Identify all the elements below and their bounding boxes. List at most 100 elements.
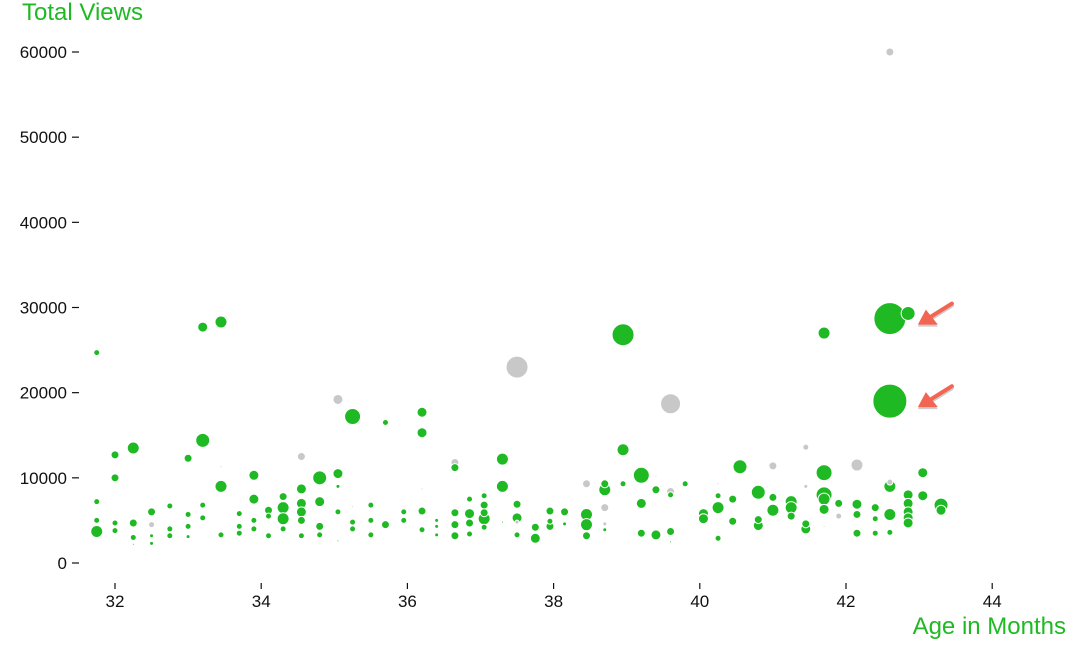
data-point-highlighted[interactable] xyxy=(93,516,101,524)
data-point-other[interactable] xyxy=(850,458,864,472)
data-point-highlighted[interactable] xyxy=(349,525,357,533)
data-point-highlighted[interactable] xyxy=(183,453,193,463)
data-point-highlighted[interactable] xyxy=(111,519,119,527)
data-point-highlighted[interactable] xyxy=(801,519,811,529)
data-point-highlighted[interactable] xyxy=(235,510,243,518)
data-point-highlighted[interactable] xyxy=(935,504,947,516)
data-point-highlighted[interactable] xyxy=(248,493,260,505)
data-point-highlighted[interactable] xyxy=(450,520,460,530)
data-point-highlighted[interactable] xyxy=(93,498,101,506)
data-point-other[interactable] xyxy=(351,505,355,509)
data-point-highlighted[interactable] xyxy=(479,508,489,518)
data-point-highlighted[interactable] xyxy=(602,527,608,533)
data-point-highlighted[interactable] xyxy=(250,516,258,524)
data-point-highlighted[interactable] xyxy=(349,518,357,526)
data-point-highlighted[interactable] xyxy=(651,485,661,495)
data-point-highlighted[interactable] xyxy=(381,418,389,426)
data-point-highlighted[interactable] xyxy=(464,508,476,520)
data-point-highlighted[interactable] xyxy=(418,526,426,534)
data-point-highlighted[interactable] xyxy=(619,480,627,488)
data-point-other[interactable] xyxy=(768,461,778,471)
data-point-highlighted[interactable] xyxy=(367,516,375,524)
data-point-highlighted[interactable] xyxy=(296,515,306,525)
data-point-other[interactable] xyxy=(219,465,223,469)
data-point-highlighted[interactable] xyxy=(873,302,907,336)
data-point-highlighted[interactable] xyxy=(279,525,287,533)
data-point-highlighted[interactable] xyxy=(495,479,509,493)
data-point-highlighted[interactable] xyxy=(666,526,676,536)
data-point-highlighted[interactable] xyxy=(669,540,673,544)
data-point-highlighted[interactable] xyxy=(316,531,324,539)
data-point-highlighted[interactable] xyxy=(545,506,555,516)
data-point-highlighted[interactable] xyxy=(750,484,766,500)
data-point-highlighted[interactable] xyxy=(166,525,174,533)
data-point-highlighted[interactable] xyxy=(400,508,408,516)
data-point-highlighted[interactable] xyxy=(818,503,830,515)
data-point-highlighted[interactable] xyxy=(295,483,307,495)
data-point-highlighted[interactable] xyxy=(335,483,341,489)
data-point-highlighted[interactable] xyxy=(128,518,138,528)
data-point-other[interactable] xyxy=(600,503,610,513)
data-point-highlighted[interactable] xyxy=(766,503,780,517)
data-point-other[interactable] xyxy=(886,478,894,486)
data-point-highlighted[interactable] xyxy=(902,517,914,529)
data-point-highlighted[interactable] xyxy=(495,452,509,466)
data-point-highlighted[interactable] xyxy=(870,503,880,513)
data-point-highlighted[interactable] xyxy=(616,443,630,457)
data-point-highlighted[interactable] xyxy=(560,507,570,517)
data-point-other[interactable] xyxy=(660,393,682,415)
data-point-highlighted[interactable] xyxy=(581,531,591,541)
data-point-highlighted[interactable] xyxy=(276,512,290,526)
data-point-highlighted[interactable] xyxy=(872,383,908,419)
data-point-highlighted[interactable] xyxy=(184,522,192,530)
data-point-highlighted[interactable] xyxy=(126,441,140,455)
data-point-highlighted[interactable] xyxy=(530,522,540,532)
data-point-highlighted[interactable] xyxy=(195,432,211,448)
data-point-highlighted[interactable] xyxy=(278,492,288,502)
data-point-highlighted[interactable] xyxy=(728,494,738,504)
data-point-highlighted[interactable] xyxy=(214,315,228,329)
data-point-other[interactable] xyxy=(602,521,608,527)
data-point-highlighted[interactable] xyxy=(250,525,258,533)
data-point-highlighted[interactable] xyxy=(650,529,662,541)
data-point-highlighted[interactable] xyxy=(314,496,326,508)
data-point-highlighted[interactable] xyxy=(871,515,879,523)
data-point-other[interactable] xyxy=(581,479,591,489)
data-point-highlighted[interactable] xyxy=(512,499,522,509)
data-point-highlighted[interactable] xyxy=(450,463,460,473)
data-point-highlighted[interactable] xyxy=(817,326,831,340)
data-point-highlighted[interactable] xyxy=(632,466,650,484)
data-point-highlighted[interactable] xyxy=(312,470,328,486)
data-point-highlighted[interactable] xyxy=(434,532,440,538)
data-point-highlighted[interactable] xyxy=(344,408,362,426)
data-point-highlighted[interactable] xyxy=(400,516,408,524)
data-point-highlighted[interactable] xyxy=(500,520,504,524)
data-point-other[interactable] xyxy=(885,47,895,57)
data-point-highlighted[interactable] xyxy=(450,508,460,518)
data-point-other[interactable] xyxy=(514,519,520,525)
data-point-other[interactable] xyxy=(148,521,156,529)
data-point-highlighted[interactable] xyxy=(917,467,929,479)
data-point-highlighted[interactable] xyxy=(917,490,929,502)
data-point-highlighted[interactable] xyxy=(900,305,916,321)
data-point-highlighted[interactable] xyxy=(732,459,748,475)
data-point-highlighted[interactable] xyxy=(714,534,722,542)
data-point-highlighted[interactable] xyxy=(110,473,120,483)
data-point-highlighted[interactable] xyxy=(235,529,243,537)
data-point-other[interactable] xyxy=(654,474,658,478)
data-point-highlighted[interactable] xyxy=(131,542,135,546)
data-point-highlighted[interactable] xyxy=(295,506,307,518)
data-point-highlighted[interactable] xyxy=(714,492,722,500)
data-point-highlighted[interactable] xyxy=(265,512,273,520)
data-point-highlighted[interactable] xyxy=(111,527,119,535)
data-point-other[interactable] xyxy=(296,452,306,462)
data-point-highlighted[interactable] xyxy=(90,524,104,538)
data-point-highlighted[interactable] xyxy=(265,532,273,540)
data-point-other[interactable] xyxy=(803,483,809,489)
data-point-highlighted[interactable] xyxy=(466,495,474,503)
data-point-other[interactable] xyxy=(716,482,720,486)
data-point-highlighted[interactable] xyxy=(199,501,207,509)
data-point-highlighted[interactable] xyxy=(697,513,709,525)
data-point-highlighted[interactable] xyxy=(886,528,894,536)
data-point-other[interactable] xyxy=(420,487,424,491)
